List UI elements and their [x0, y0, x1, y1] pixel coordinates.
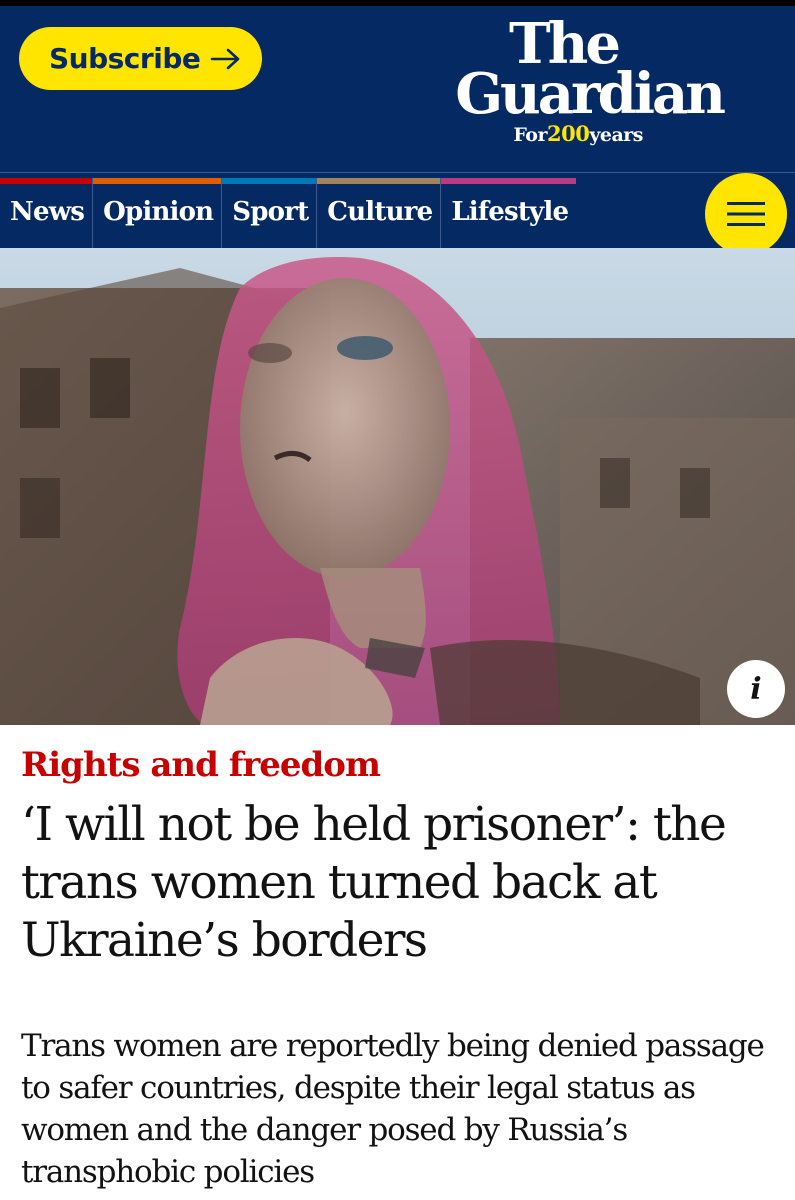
hamburger-icon [727, 202, 765, 226]
tagline-suffix: years [589, 124, 643, 146]
article-standfirst: Trans women are reportedly being denied … [21, 1028, 765, 1190]
nav-item-culture[interactable]: Culture [317, 178, 442, 248]
menu-button[interactable] [705, 173, 787, 255]
nav-bar-opinion [93, 178, 222, 184]
nav-bar-sport [222, 178, 317, 184]
pillar-nav: News Opinion Sport Culture Lifestyle [0, 178, 577, 248]
tagline-number: 200 [547, 121, 590, 146]
nav-item-opinion[interactable]: Opinion [93, 178, 223, 248]
article-kicker[interactable]: Rights and freedom [21, 745, 381, 785]
logo-line-guardian: Guardian [455, 61, 726, 127]
hero-photo-illustration [0, 248, 795, 725]
arrow-right-icon [211, 48, 240, 69]
nav-bar-news [0, 178, 93, 184]
nav-label-culture: Culture [327, 197, 433, 227]
nav-label-sport: Sport [232, 197, 309, 227]
nav-bar-culture [317, 178, 441, 184]
nav-item-lifestyle[interactable]: Lifestyle [441, 178, 577, 248]
nav-label-opinion: Opinion [103, 197, 214, 227]
image-info-button[interactable]: i [727, 660, 785, 718]
subscribe-button[interactable]: Subscribe [19, 27, 262, 90]
hero-image [0, 248, 795, 725]
nav-label-news: News [10, 197, 85, 227]
nav-item-sport[interactable]: Sport [222, 178, 318, 248]
info-icon: i [750, 671, 762, 707]
guardian-logo[interactable]: The Guardian For200years [418, 16, 728, 156]
header-divider [0, 172, 795, 173]
subscribe-label: Subscribe [49, 42, 201, 75]
tagline-prefix: For [513, 124, 547, 146]
nav-bar-lifestyle [441, 178, 577, 184]
article-headline: ‘I will not be held prisoner’: the trans… [21, 797, 727, 968]
logo-tagline: For200years [513, 121, 643, 146]
nav-item-news[interactable]: News [0, 178, 94, 248]
nav-label-lifestyle: Lifestyle [451, 197, 569, 227]
